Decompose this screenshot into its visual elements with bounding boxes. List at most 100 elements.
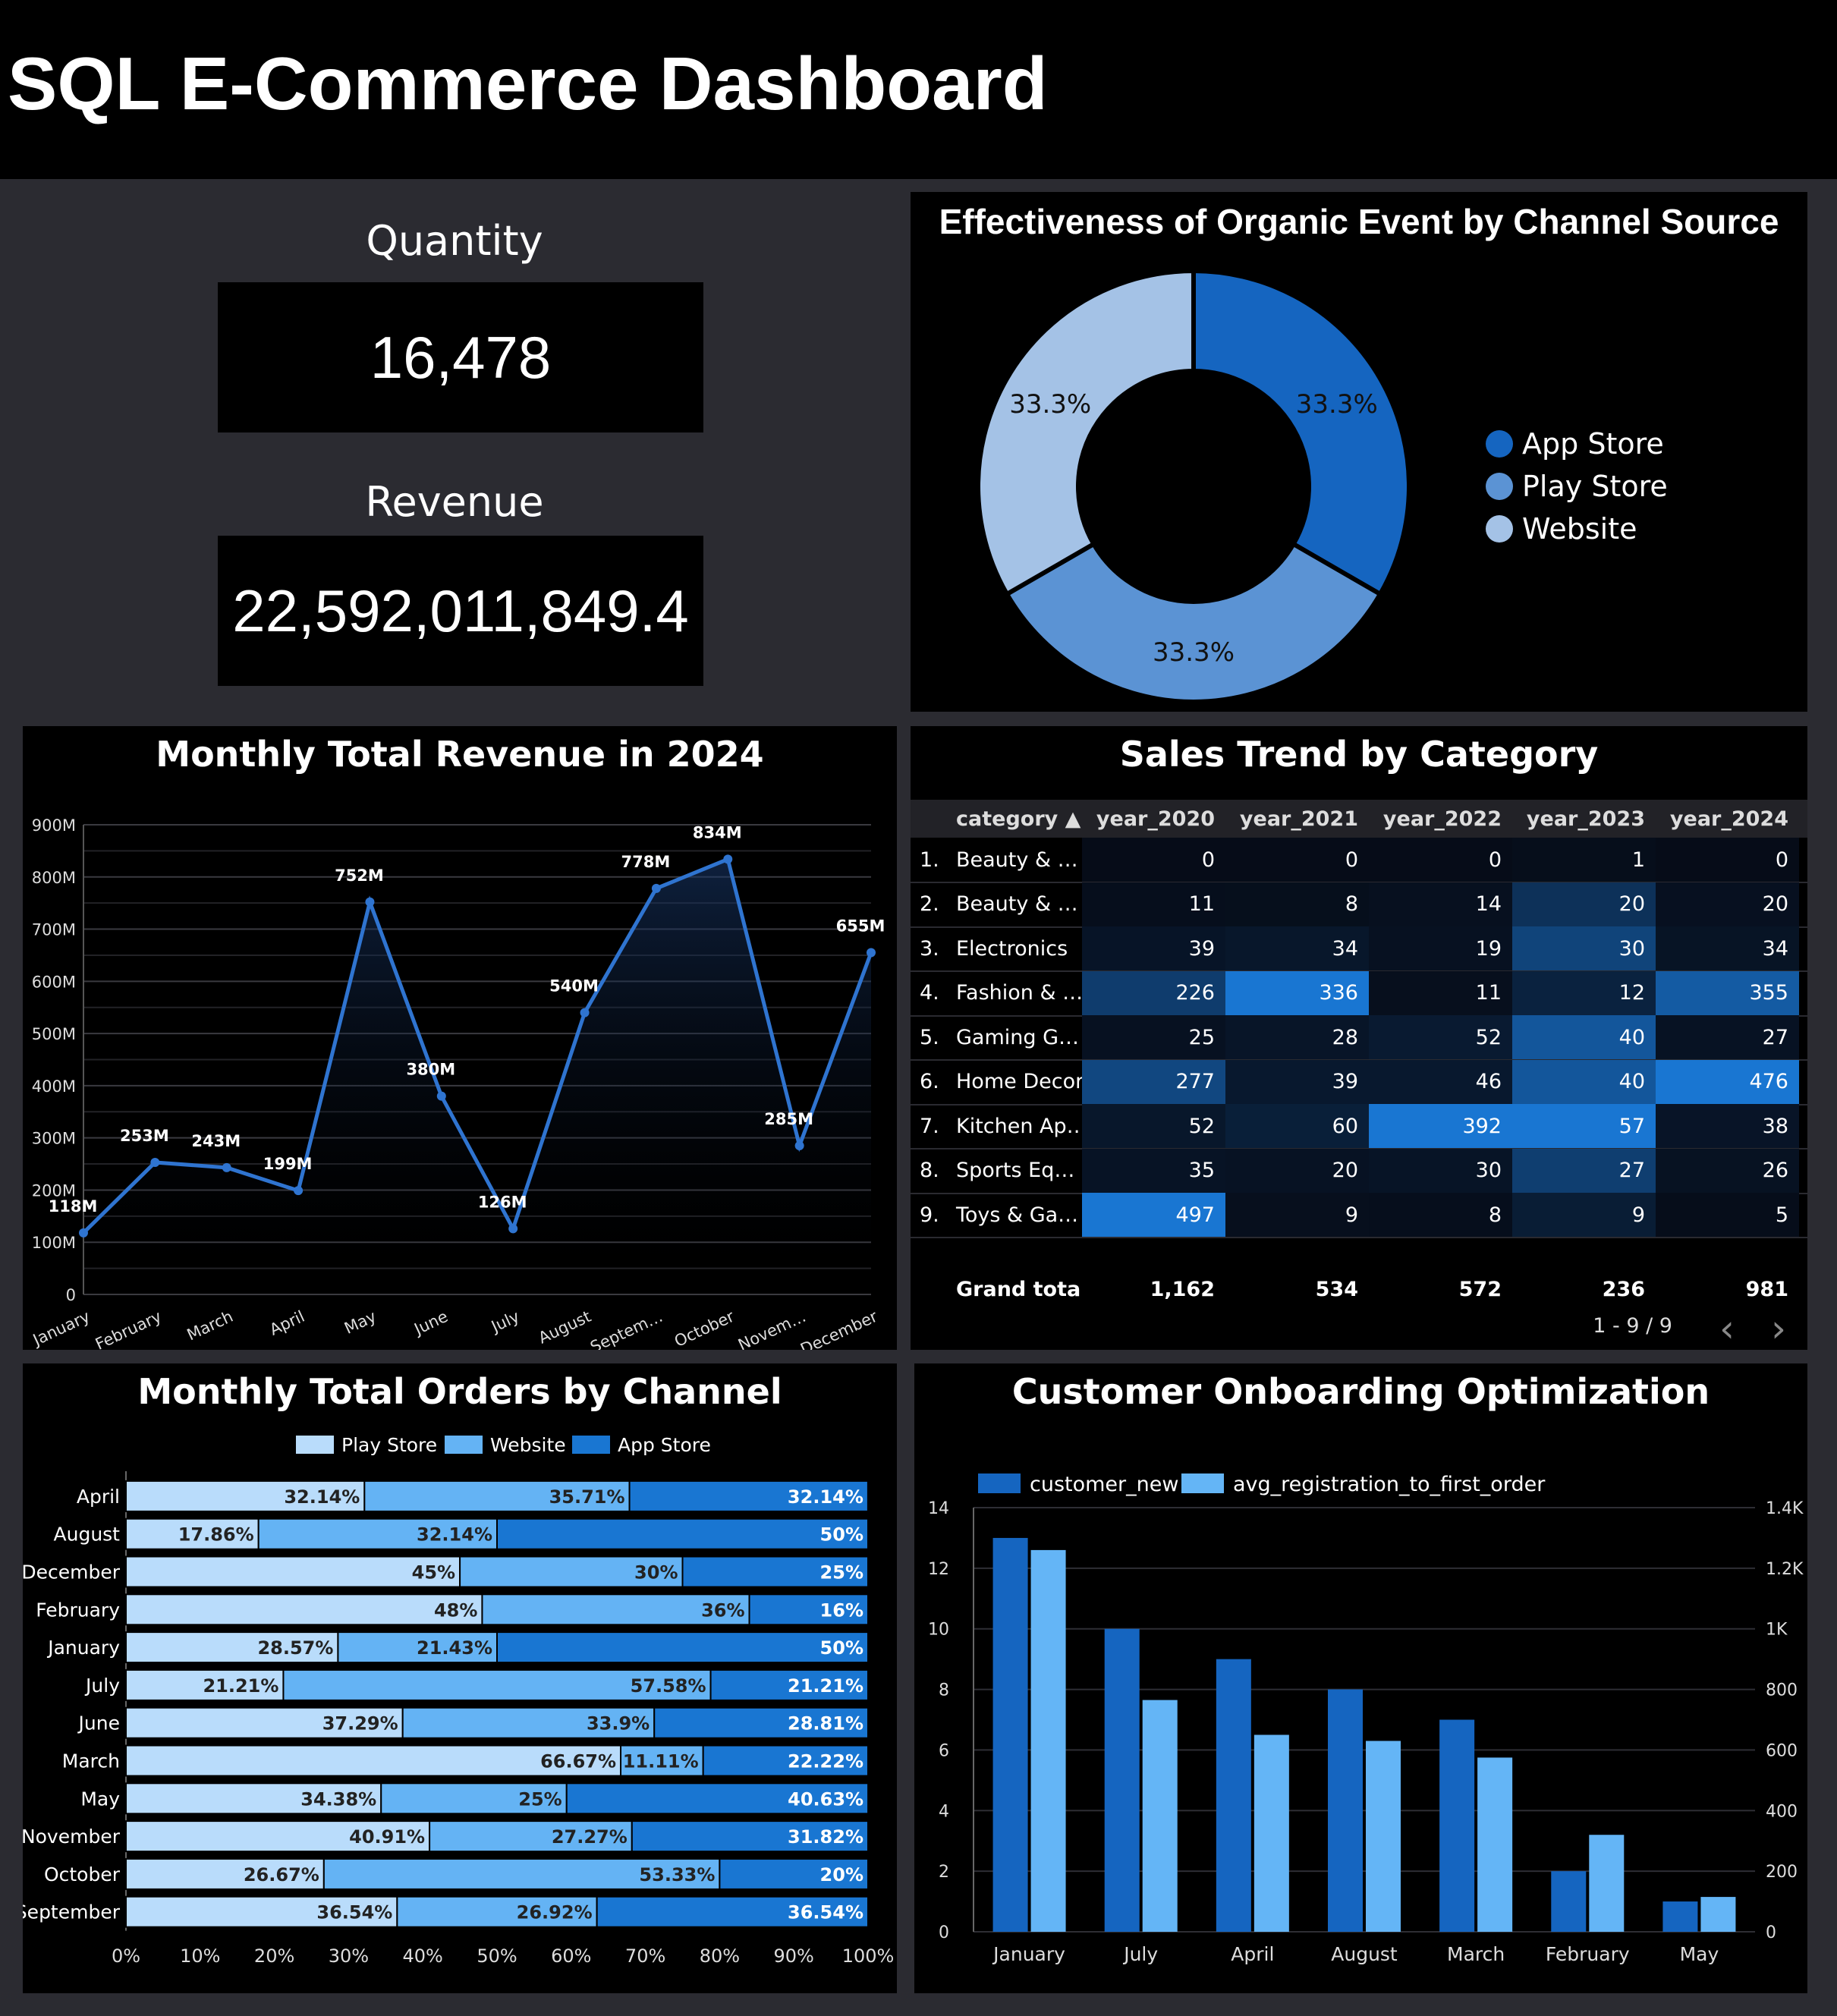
stacked-bar-segment [125, 1593, 483, 1626]
revenue-card: 22,592,011,849.4 [218, 536, 703, 686]
table-row[interactable]: 9. Toys & Ga… 497 9 8 9 5 [911, 1193, 1807, 1238]
segment-label: 50% [820, 1524, 863, 1546]
x-tick-label: Septem… [587, 1307, 665, 1350]
bar-customer-new [1551, 1871, 1587, 1932]
revenue-point [723, 854, 733, 864]
pagination-next-button[interactable]: › [1771, 1307, 1786, 1351]
y-left-tick-label: 6 [939, 1741, 949, 1760]
revenue-data-label: 285M [764, 1110, 813, 1128]
table-row[interactable]: 7. Kitchen Ap… 52 60 392 57 38 [911, 1104, 1807, 1150]
table-row[interactable]: 4. Fashion & … 226 336 11 12 355 [911, 970, 1807, 1017]
row-value: 8 [1369, 1193, 1512, 1237]
segment-label: 48% [434, 1599, 477, 1621]
y-tick-label: 300M [32, 1130, 76, 1148]
row-value: 25 [1082, 1015, 1225, 1059]
segment-label: 37.29% [322, 1713, 398, 1735]
row-value: 27 [1512, 1148, 1656, 1193]
legend-swatch [572, 1436, 610, 1454]
row-index: 2. [920, 892, 939, 916]
row-value: 30 [1369, 1148, 1512, 1193]
segment-label: 20% [820, 1864, 863, 1885]
grand-total-label: Grand total [956, 1277, 1082, 1301]
donut-slice-label: 33.3% [1153, 637, 1235, 668]
stacked-bar-segment [496, 1631, 869, 1664]
row-index: 9. [920, 1203, 939, 1227]
column-header-year_2022[interactable]: year_2022 [1369, 800, 1512, 838]
revenue-point [867, 948, 876, 958]
pagination-prev-button[interactable]: ‹ [1719, 1307, 1735, 1351]
revenue-data-label: 118M [49, 1197, 98, 1216]
y-tick-label: 100M [32, 1234, 76, 1252]
grand-total-row: Grand total 1,162 534 572 236 981 [911, 1270, 1807, 1308]
row-value: 30 [1512, 926, 1656, 970]
row-value: 46 [1369, 1059, 1512, 1104]
row-value: 336 [1225, 970, 1369, 1015]
pagination: 1 - 9 / 9 ‹ › [911, 1307, 1807, 1351]
column-header-year_2021[interactable]: year_2021 [1225, 800, 1369, 838]
row-value: 39 [1225, 1059, 1369, 1104]
page-title: SQL E-Commerce Dashboard [8, 42, 1048, 125]
sales-table-panel: Sales Trend by Category category ▲ year_2… [911, 726, 1807, 1351]
y-right-tick-label: 1.4K [1766, 1499, 1804, 1518]
segment-label: 32.14% [284, 1486, 360, 1508]
orders-stacked-bar-chart: Play Store Website App Store April 32.14% 35.… [23, 1434, 894, 1967]
onboarding-panel: Customer Onboarding Optimization custome… [914, 1363, 1807, 1993]
table-row[interactable]: 1. Beauty & … 0 0 0 1 0 [911, 838, 1807, 883]
row-value: 38 [1656, 1104, 1799, 1148]
table-row[interactable]: 2. Beauty & … 11 8 14 20 20 [911, 882, 1807, 928]
row-value: 11 [1369, 970, 1512, 1015]
row-category: Sports Eq… [956, 1159, 1075, 1182]
legend-label: App Store [618, 1434, 711, 1456]
table-row[interactable]: 5. Gaming G… 25 28 52 40 27 [911, 1015, 1807, 1061]
onboarding-bar-chart: customer_new avg_registration_to_first_or… [928, 1473, 1804, 1965]
row-value: 20 [1656, 882, 1799, 926]
row-value: 277 [1082, 1059, 1225, 1104]
row-index: 6. [920, 1070, 939, 1093]
row-index: 5. [920, 1025, 939, 1049]
column-header-year_2023[interactable]: year_2023 [1512, 800, 1656, 838]
table-row[interactable]: 6. Home Decor 277 39 46 40 476 [911, 1059, 1807, 1105]
x-tick-label: April [1231, 1943, 1274, 1965]
revenue-line-chart: 0100M200M300M400M500M600M700M800M900M118… [29, 816, 885, 1350]
y-left-tick-label: 2 [939, 1863, 949, 1882]
x-tick-label: March [1447, 1943, 1505, 1965]
segment-label: 32.14% [417, 1524, 492, 1546]
revenue-point [79, 1228, 88, 1238]
y-tick-label: 800M [32, 869, 76, 887]
revenue-data-label: 540M [549, 977, 599, 995]
row-value: 5 [1656, 1193, 1799, 1237]
y-tick-label: 500M [32, 1025, 76, 1043]
row-value: 355 [1656, 970, 1799, 1015]
revenue-point [436, 1091, 446, 1101]
table-row[interactable]: 3. Electronics 39 34 19 30 34 [911, 926, 1807, 972]
revenue-point [580, 1008, 590, 1017]
donut-slice-website [976, 268, 1196, 598]
segment-label: 22.22% [788, 1751, 863, 1772]
y-left-tick-label: 12 [928, 1560, 949, 1579]
grand-total-value: 572 [1458, 1277, 1502, 1301]
row-index: 4. [920, 981, 939, 1005]
bar-avg-registration [1700, 1897, 1736, 1932]
column-header-year_2020[interactable]: year_2020 [1082, 800, 1225, 838]
legend-swatch [1486, 515, 1513, 543]
category-label: May [80, 1788, 120, 1810]
donut-slice-play-store [1003, 540, 1384, 704]
legend-swatch [1486, 430, 1513, 458]
legend-swatch [1181, 1473, 1224, 1493]
x-tick-label: May [341, 1307, 379, 1338]
y-tick-label: 900M [32, 816, 76, 835]
row-value: 39 [1082, 926, 1225, 970]
category-label: June [77, 1712, 120, 1735]
revenue-data-label: 253M [120, 1127, 169, 1145]
column-header-year_2024[interactable]: year_2024 [1656, 800, 1799, 838]
x-tick-label: February [93, 1307, 164, 1350]
row-value: 27 [1656, 1015, 1799, 1059]
y-right-tick-label: 0 [1766, 1923, 1776, 1942]
legend-label: Website [490, 1434, 566, 1456]
table-row[interactable]: 8. Sports Eq… 35 20 30 27 26 [911, 1148, 1807, 1194]
x-tick-label: June [410, 1307, 451, 1339]
row-value: 476 [1656, 1059, 1799, 1104]
column-header-category[interactable]: category ▲ [911, 800, 1082, 838]
revenue-data-label: 243M [191, 1132, 241, 1150]
segment-label: 17.86% [178, 1524, 254, 1546]
